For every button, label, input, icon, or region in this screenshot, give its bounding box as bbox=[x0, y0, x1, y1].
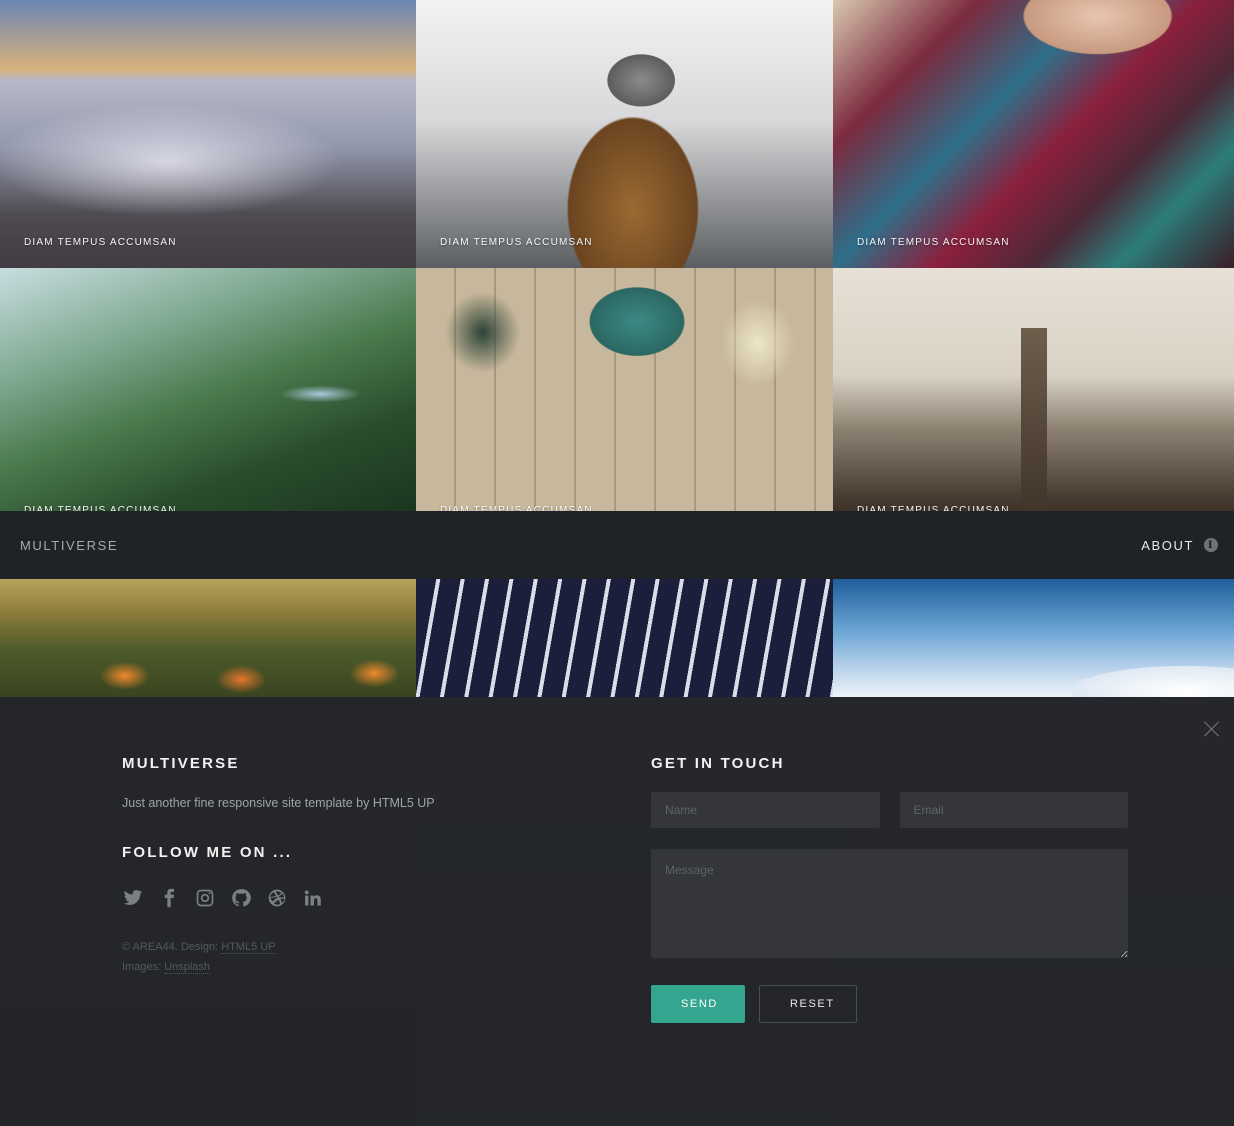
copyright: © AREA44. Design: HTML5 UP Images: Unspl… bbox=[122, 937, 542, 977]
gallery-thumb[interactable]: DIAM TEMPUS ACCUMSAN bbox=[833, 268, 1234, 536]
thumb-caption: DIAM TEMPUS ACCUMSAN bbox=[24, 237, 177, 248]
github-icon[interactable] bbox=[230, 887, 252, 909]
send-button[interactable]: SEND bbox=[651, 985, 745, 1023]
building-spire bbox=[1021, 328, 1047, 536]
gallery-thumb[interactable] bbox=[416, 579, 833, 697]
thumb-caption: DIAM TEMPUS ACCUMSAN bbox=[440, 237, 593, 248]
follow-title: FOLLOW ME ON ... bbox=[122, 844, 293, 861]
instagram-icon[interactable] bbox=[194, 887, 216, 909]
close-icon[interactable] bbox=[1200, 717, 1224, 741]
panel-title: MULTIVERSE bbox=[122, 755, 240, 772]
images-credit-line: Images: Unsplash bbox=[122, 957, 542, 977]
gallery-thumb[interactable] bbox=[0, 579, 416, 697]
linkedin-icon[interactable] bbox=[302, 887, 324, 909]
message-field[interactable] bbox=[651, 849, 1128, 958]
gallery-thumb[interactable] bbox=[833, 579, 1234, 697]
social-links bbox=[122, 887, 542, 909]
design-credit-link[interactable]: HTML5 UP bbox=[221, 941, 276, 954]
thumb-caption: DIAM TEMPUS ACCUMSAN bbox=[857, 237, 1010, 248]
contact-column: GET IN TOUCH SEND RESET bbox=[651, 755, 1128, 1023]
images-prefix: Images: bbox=[122, 961, 165, 973]
panel-blurb: Just another fine responsive site templa… bbox=[122, 796, 435, 810]
site-header: MULTIVERSE ABOUT i bbox=[0, 511, 1234, 579]
about-button[interactable]: ABOUT i bbox=[1141, 538, 1218, 553]
form-actions: SEND RESET bbox=[651, 985, 1128, 1023]
reset-button[interactable]: RESET bbox=[759, 985, 857, 1023]
dribbble-icon[interactable] bbox=[266, 887, 288, 909]
about-column: MULTIVERSE Just another fine responsive … bbox=[122, 755, 542, 977]
gallery-thumb[interactable]: DIAM TEMPUS ACCUMSAN bbox=[416, 0, 833, 268]
name-field[interactable] bbox=[651, 792, 880, 828]
info-icon: i bbox=[1204, 538, 1218, 552]
copyright-prefix: © AREA44. Design: bbox=[122, 941, 222, 953]
gallery-thumb[interactable]: DIAM TEMPUS ACCUMSAN bbox=[0, 0, 416, 268]
email-field[interactable] bbox=[899, 792, 1128, 828]
images-credit-link[interactable]: Unsplash bbox=[164, 961, 211, 974]
about-label: ABOUT bbox=[1141, 537, 1194, 553]
brand-logo[interactable]: MULTIVERSE bbox=[20, 538, 118, 553]
footer-panel: MULTIVERSE Just another fine responsive … bbox=[0, 697, 1234, 1126]
name-email-row bbox=[651, 792, 1128, 828]
gallery-thumb[interactable]: DIAM TEMPUS ACCUMSAN bbox=[833, 0, 1234, 268]
facebook-icon[interactable] bbox=[158, 887, 180, 909]
copyright-line: © AREA44. Design: HTML5 UP bbox=[122, 937, 542, 957]
gallery-thumb[interactable]: DIAM TEMPUS ACCUMSAN bbox=[0, 268, 416, 536]
contact-title: GET IN TOUCH bbox=[651, 755, 785, 772]
gallery-thumb[interactable]: DIAM TEMPUS ACCUMSAN bbox=[416, 268, 833, 536]
twitter-icon[interactable] bbox=[122, 887, 144, 909]
